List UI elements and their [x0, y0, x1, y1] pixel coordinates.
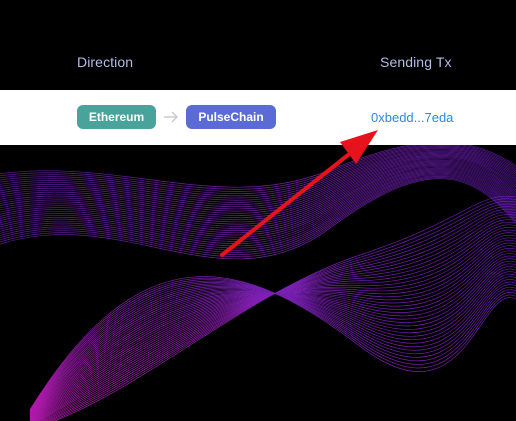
sending-tx-link[interactable]: 0xbedd...7eda	[371, 110, 453, 125]
column-header-sending-tx: Sending Tx	[380, 54, 452, 70]
to-chain-badge: PulseChain	[186, 105, 276, 129]
column-header-direction: Direction	[77, 54, 134, 70]
arrow-right-icon	[163, 108, 179, 126]
table-row: Ethereum PulseChain 0xbedd...7eda	[0, 90, 516, 145]
page: Direction Sending Tx Ethereum PulseChain…	[0, 0, 516, 421]
decorative-wave-background	[0, 145, 516, 421]
from-chain-badge: Ethereum	[77, 105, 156, 129]
table-header-row: Direction Sending Tx	[0, 0, 516, 90]
